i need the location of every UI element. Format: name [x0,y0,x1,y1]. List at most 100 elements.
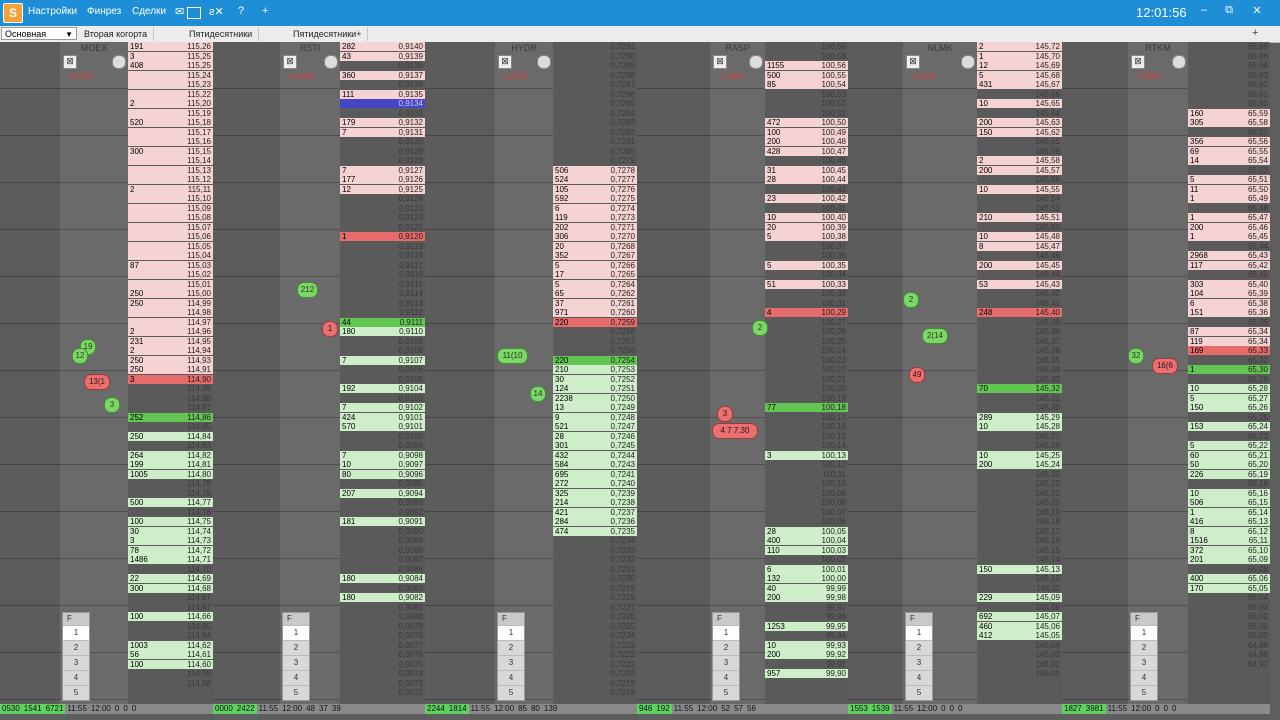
order-book-row[interactable]: 1486 114,71 [128,555,213,564]
order-book-row[interactable]: 0,9136 [340,80,425,89]
trade-cluster-bubble[interactable]: 49 [909,367,925,383]
order-book-row[interactable]: 200 145,63 [977,118,1062,127]
order-book-row[interactable]: 1516 65,11 [1188,536,1270,545]
order-book-row[interactable]: 520 115,18 [128,118,213,127]
order-book-row[interactable]: 2 114,94 [128,346,213,355]
order-book-row[interactable]: 100,52 [765,99,848,108]
order-book-row[interactable]: 202 0,7271 [553,222,637,232]
order-book-row[interactable]: 100,58 [765,52,848,61]
minimize-button[interactable]: – [1196,4,1212,16]
order-book-row[interactable]: 400 65,06 [1188,574,1270,583]
order-book-row[interactable]: 115,02 [128,270,213,279]
order-book-row[interactable]: 119 65,34 [1188,336,1270,346]
order-book-row[interactable]: 65,61 [1188,90,1270,99]
order-book-row[interactable]: 0,7221 [553,660,637,669]
order-book-row[interactable]: 53 145,43 [977,279,1062,289]
order-book-row[interactable]: 10 145,28 [977,422,1062,431]
order-book-row[interactable]: 65,02 [1188,612,1270,621]
close-chart-icon[interactable]: ⊠ [63,55,77,69]
order-book-row[interactable]: 100,07 [765,508,848,517]
order-book-row[interactable]: 200 145,45 [977,260,1062,270]
order-book-row[interactable]: 0,9138 [340,61,425,70]
order-book-row[interactable]: 65,25 [1188,413,1270,422]
order-book-row[interactable]: 145,39 [977,318,1062,327]
order-book-row[interactable]: 0,9108 [340,346,425,355]
order-book-row[interactable]: 114,79 [128,479,213,488]
frame-option[interactable]: 1 [498,625,524,640]
frame-option[interactable]: 2 [713,640,739,655]
order-book-row[interactable]: 0,7290 [553,52,637,61]
order-book-row[interactable]: 5 100,35 [765,260,848,270]
order-book-row[interactable]: 114,97 [128,317,213,327]
order-book-row[interactable]: 115,14 [128,156,213,165]
order-book-row[interactable]: 200 99,98 [765,593,848,602]
order-book-row[interactable]: 0,7224 [553,631,637,640]
order-book-row[interactable]: 65,32 [1188,356,1270,365]
frame-option[interactable]: 5 [1131,685,1157,700]
order-book-row[interactable]: 6 0,7274 [553,203,637,213]
order-book-row[interactable]: 325 0,7239 [553,488,637,498]
order-book-row[interactable]: 77 100,18 [765,403,848,412]
order-book-row[interactable]: 145,21 [977,489,1062,498]
order-book-row[interactable]: 2968 65,43 [1188,251,1270,260]
order-book-row[interactable]: 0,7287 [553,80,637,89]
order-book-row[interactable]: 210 145,51 [977,213,1062,222]
order-book-row[interactable]: 65,48 [1188,204,1270,213]
order-book-row[interactable]: 2 115,11 [128,184,213,194]
order-book-row[interactable]: 0,7232 [553,555,637,564]
order-book-rsti[interactable]: 282 0,9140 43 0,9139 0,9138 360 0,9137 0,9136 11… [340,42,425,714]
order-book-row[interactable]: 0,7281 [553,137,637,146]
order-book-row[interactable]: 145,17 [977,527,1062,536]
app-logo-icon[interactable]: S [3,3,23,23]
order-book-row[interactable]: 250 114,84 [128,431,213,441]
order-book-row[interactable]: 0,9087 [340,555,425,564]
order-book-row[interactable]: 100,19 [765,394,848,403]
unlink-icon[interactable]: ƨ✕ [209,5,224,18]
order-book-row[interactable]: 200 145,24 [977,460,1062,469]
order-book-row[interactable]: 99,94 [765,631,848,640]
order-book-row[interactable]: 0,9093 [340,498,425,507]
order-book-row[interactable]: 0,9072 [340,688,425,697]
order-book-row[interactable]: 145,33 [977,375,1062,384]
cluster-chart-hydr[interactable]: HYDR -0,05% ⊠ F 1 2 3 4 5 [495,42,553,714]
order-book-row[interactable]: 0,9090 [340,527,425,536]
order-book-row[interactable]: 65,57 [1188,128,1270,137]
order-book-row[interactable]: 100,53 [765,90,848,99]
order-book-row[interactable]: 0,9109 [340,337,425,346]
order-book-row[interactable]: 5 100,38 [765,232,848,241]
trade-cluster-bubble[interactable]: 2 [752,320,768,336]
order-book-row[interactable]: 145,22 [977,479,1062,488]
cluster-chart-rasp[interactable]: RASP -1,39% ⊠ F 1 2 3 4 5 [710,42,765,714]
trade-cluster-bubble[interactable]: 13(1 [84,374,110,390]
frame-option[interactable]: 5 [498,685,524,700]
order-book-row[interactable]: 180 0,9110 [340,327,425,336]
order-book-row[interactable]: 30 114,74 [128,526,213,536]
order-book-row[interactable]: 592 0,7275 [553,194,637,203]
order-book-row[interactable]: 0,9124 [340,194,425,203]
order-book-row[interactable]: 64,97 [1188,660,1270,669]
order-book-row[interactable]: 64,99 [1188,641,1270,650]
order-book-row[interactable]: 0,9083 [340,584,425,593]
order-book-row[interactable]: 115,17 [128,127,213,137]
order-book-row[interactable]: 0,7286 [553,90,637,99]
frame-option[interactable]: 5 [713,685,739,700]
order-book-row[interactable]: 64,98 [1188,650,1270,659]
order-book-row[interactable]: 250 115,00 [128,289,213,298]
order-book-row[interactable]: 65,68 [1188,42,1270,51]
order-book-row[interactable]: 153 65,24 [1188,422,1270,431]
lock-icon[interactable] [112,55,126,69]
order-book-row[interactable]: 1003 114,62 [128,640,213,650]
order-book-row[interactable]: 372 65,10 [1188,545,1270,555]
order-book-row[interactable]: 0,9117 [340,261,425,270]
order-book-row[interactable]: 356 65,56 [1188,137,1270,146]
order-book-row[interactable]: 20 0,7268 [553,241,637,251]
order-book-row[interactable]: 201 65,09 [1188,555,1270,564]
close-chart-icon[interactable]: ⊠ [906,55,920,69]
workspace-select[interactable]: Основная ▼ [1,27,77,40]
order-book-row[interactable]: 416 65,13 [1188,517,1270,526]
order-book-rtkm[interactable]: 65,68 65,66 65,64 65,63 65,62 65,61 65,60 160 65… [1188,42,1270,714]
window-icon[interactable] [187,7,201,19]
order-book-row[interactable]: 0,9074 [340,669,425,678]
order-book-row[interactable]: 114,59 [128,669,213,678]
lock-icon[interactable] [961,55,975,69]
